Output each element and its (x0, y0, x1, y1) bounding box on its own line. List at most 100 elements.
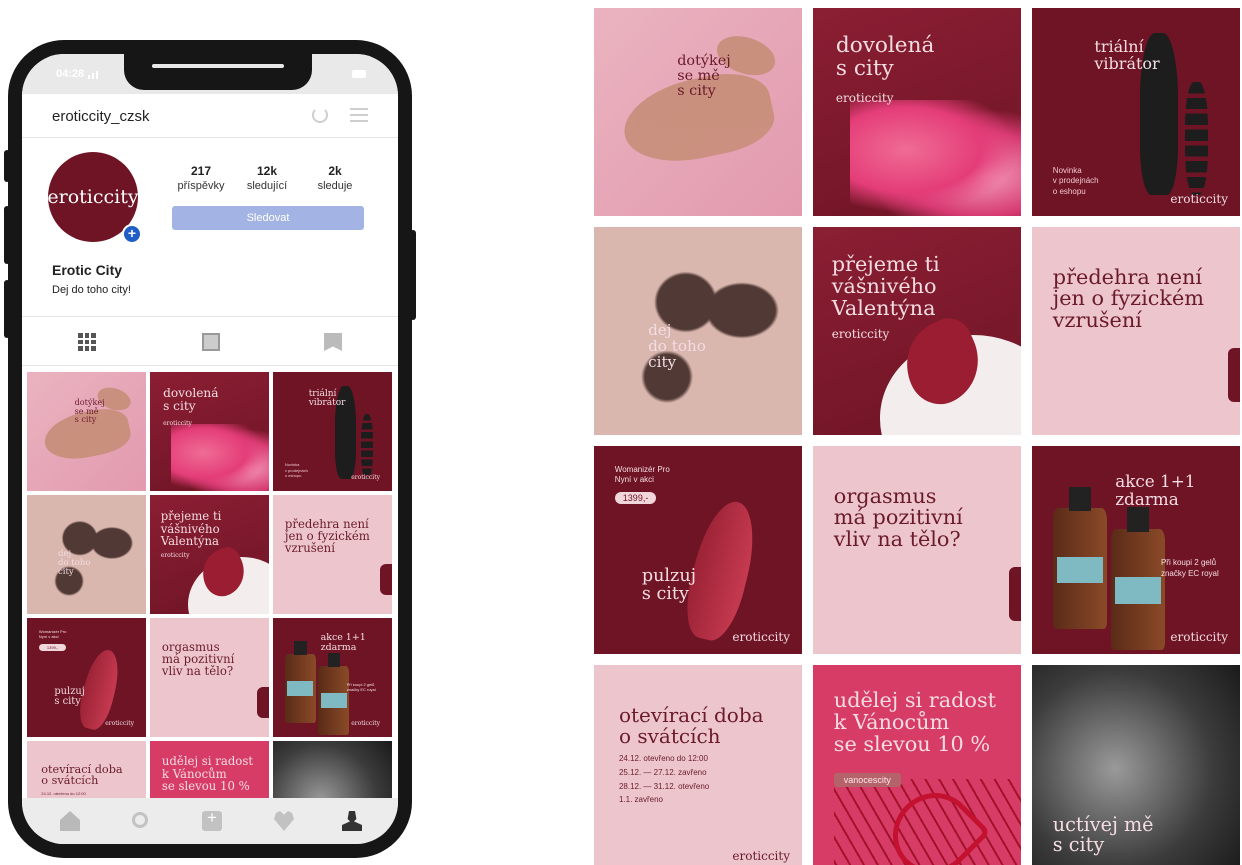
post-tile[interactable]: pulzuj s city Womanizér Pro Nyní v akci 13… (594, 446, 802, 654)
signal-icon (88, 71, 98, 79)
post-title: udělej si radost k Vánocům se slevou 10 … (161, 754, 254, 793)
phone-notch (124, 54, 312, 90)
post-title: udělej si radost k Vánocům se slevou 10 … (833, 687, 996, 756)
post-title: dej do toho city (648, 320, 706, 371)
post-title: dotýkej se mě s city (677, 52, 731, 99)
post-title: předehra není jen o fyzickém vzrušení (284, 516, 370, 556)
post-title: pulzuj s city (54, 686, 85, 708)
post-note: Womanizér Pro Nyní v akci (614, 464, 670, 485)
post-title: dovolená s city (835, 33, 935, 81)
profile-icon[interactable] (342, 811, 362, 831)
post-tile[interactable]: přejeme ti vášnivého Valentýna eroticcity (813, 227, 1021, 435)
refresh-icon[interactable] (312, 107, 328, 123)
brand-logo: eroticcity (732, 849, 790, 863)
post-title: akce 1+1 zdarma (320, 632, 366, 654)
heart-icon[interactable] (274, 811, 294, 831)
stat-followers[interactable]: 12k sledující (234, 164, 300, 192)
post-title: přejeme ti vášnivého Valentýna (160, 509, 222, 549)
phone-side-button (4, 206, 10, 264)
post-tile[interactable]: orgasmus má pozitivní vliv na tělo? (150, 618, 269, 737)
profile-username: eroticcity_czsk (52, 108, 150, 125)
stat-followers-label: sledující (246, 180, 288, 192)
profile-name: Erotic City (52, 262, 123, 278)
profile-tabs (22, 316, 398, 366)
post-tile[interactable]: pulzuj s city Womanizér Pro Nyní v akci 13… (27, 618, 146, 737)
post-title: orgasmus má pozitivní vliv na tělo? (161, 639, 235, 679)
post-tile[interactable]: uctívej mě s city (1032, 665, 1240, 865)
post-title: orgasmus má pozitivní vliv na tělo? (833, 483, 963, 552)
post-title: předehra není jen o fyzickém vzrušení (1052, 264, 1205, 333)
post-tile[interactable]: dej do toho city (594, 227, 802, 435)
post-note: Womanizér Pro Nyní v akci (38, 628, 67, 639)
post-tile[interactable]: předehra není jen o fyzickém vzrušení (1032, 227, 1240, 435)
post-tile[interactable]: akce 1+1 zdarma Při koupi 2 gelů značky E… (1032, 446, 1240, 654)
tagged-icon[interactable] (324, 333, 342, 351)
brand-logo: eroticcity (835, 91, 894, 106)
post-title: dovolená s city (163, 386, 219, 414)
feed-icon[interactable] (202, 333, 220, 351)
post-title: otevírací doba o svátcích (41, 762, 123, 788)
post-title: dotýkej se mě s city (74, 397, 105, 425)
stat-following-count: 2k (328, 164, 342, 178)
post-tile[interactable]: přejeme ti vášnivého Valentýna eroticcity (150, 495, 269, 614)
brand-logo: eroticcity (160, 552, 190, 560)
post-tile[interactable]: dovolená s city eroticcity (150, 372, 269, 491)
post-note: Při koupi 2 gelů značky EC royal (1160, 558, 1219, 578)
phone-screen: 04:28 eroticcity_czsk eroticcity + 217 p… (22, 54, 398, 844)
opening-hours-row: 24.12. otevřeno do 12:00 (618, 754, 708, 764)
post-tile[interactable]: triální vibrátor Novinka v prodejnách o e… (273, 372, 392, 491)
post-tile[interactable]: orgasmus má pozitivní vliv na tělo? (813, 446, 1021, 654)
petals-graphic (171, 424, 269, 491)
promo-code-badge: vanocescity (833, 773, 901, 788)
gel-bottle-graphic (1052, 486, 1107, 630)
grid-icon[interactable] (78, 333, 96, 351)
petals-graphic (850, 99, 1021, 216)
post-title: otevírací doba o svátcích (618, 702, 764, 748)
post-tile[interactable]: dej do toho city (27, 495, 146, 614)
menu-icon[interactable] (350, 108, 368, 122)
opening-hours-row: 28.12. — 31.12. otevřeno (618, 781, 710, 791)
side-tab (380, 564, 392, 595)
brand-logo: eroticcity (1170, 192, 1228, 206)
add-icon[interactable] (202, 808, 222, 831)
phone-side-button (4, 280, 10, 338)
avatar-logo-text: eroticcity (47, 186, 139, 208)
phone-side-button (4, 150, 10, 182)
side-tab (1009, 566, 1021, 621)
post-tile[interactable]: udělej si radost k Vánocům se slevou 10 … (813, 665, 1021, 865)
opening-hours-row: 1.1. zavřeno (618, 795, 663, 805)
post-title: pulzuj s city (641, 565, 697, 605)
side-tab (1228, 347, 1240, 402)
brand-logo: eroticcity (351, 720, 380, 727)
price-badge: 1399,- (614, 491, 657, 504)
brand-logo: eroticcity (831, 326, 890, 341)
home-icon[interactable] (60, 811, 80, 831)
post-tile[interactable]: triální vibrátor Novinka v prodejnách o e… (1032, 8, 1240, 216)
follow-button[interactable]: Sledovat (172, 206, 364, 230)
stat-posts-label: příspěvky (177, 180, 225, 192)
stat-posts[interactable]: 217 příspěvky (168, 164, 234, 192)
post-tile[interactable]: dotýkej se mě s city (27, 372, 146, 491)
profile-header: eroticcity_czsk (22, 94, 398, 138)
feed-preview-grid: dotýkej se mě s city dovolená s city eroti… (594, 8, 1240, 865)
brand-logo: eroticcity (163, 419, 192, 427)
brand-logo: eroticcity (105, 720, 134, 727)
search-icon[interactable] (132, 812, 148, 828)
gel-bottle-graphic (318, 653, 350, 735)
stat-posts-count: 217 (190, 164, 212, 178)
stat-following[interactable]: 2k sleduje (302, 164, 368, 192)
opening-hours-row: 24.12. otevřeno do 12:00 (41, 790, 86, 796)
side-tab (257, 687, 269, 718)
post-tile[interactable]: dovolená s city eroticcity (813, 8, 1021, 216)
brand-logo: eroticcity (351, 474, 380, 481)
post-tile[interactable]: otevírací doba o svátcích 24.12. otevřeno… (594, 665, 802, 865)
gel-bottle-graphic (284, 641, 316, 723)
post-note: Novinka v prodejnách o eshopu (1052, 166, 1099, 196)
add-story-button[interactable]: + (122, 224, 142, 244)
post-tile[interactable]: předehra není jen o fyzickém vzrušení (273, 495, 392, 614)
status-time: 04:28 (56, 68, 85, 80)
post-tile[interactable]: dotýkej se mě s city (594, 8, 802, 216)
post-title: uctívej mě s city (1052, 812, 1154, 856)
battery-icon (352, 70, 366, 78)
post-tile[interactable]: akce 1+1 zdarma Při koupi 2 gelů značky E… (273, 618, 392, 737)
